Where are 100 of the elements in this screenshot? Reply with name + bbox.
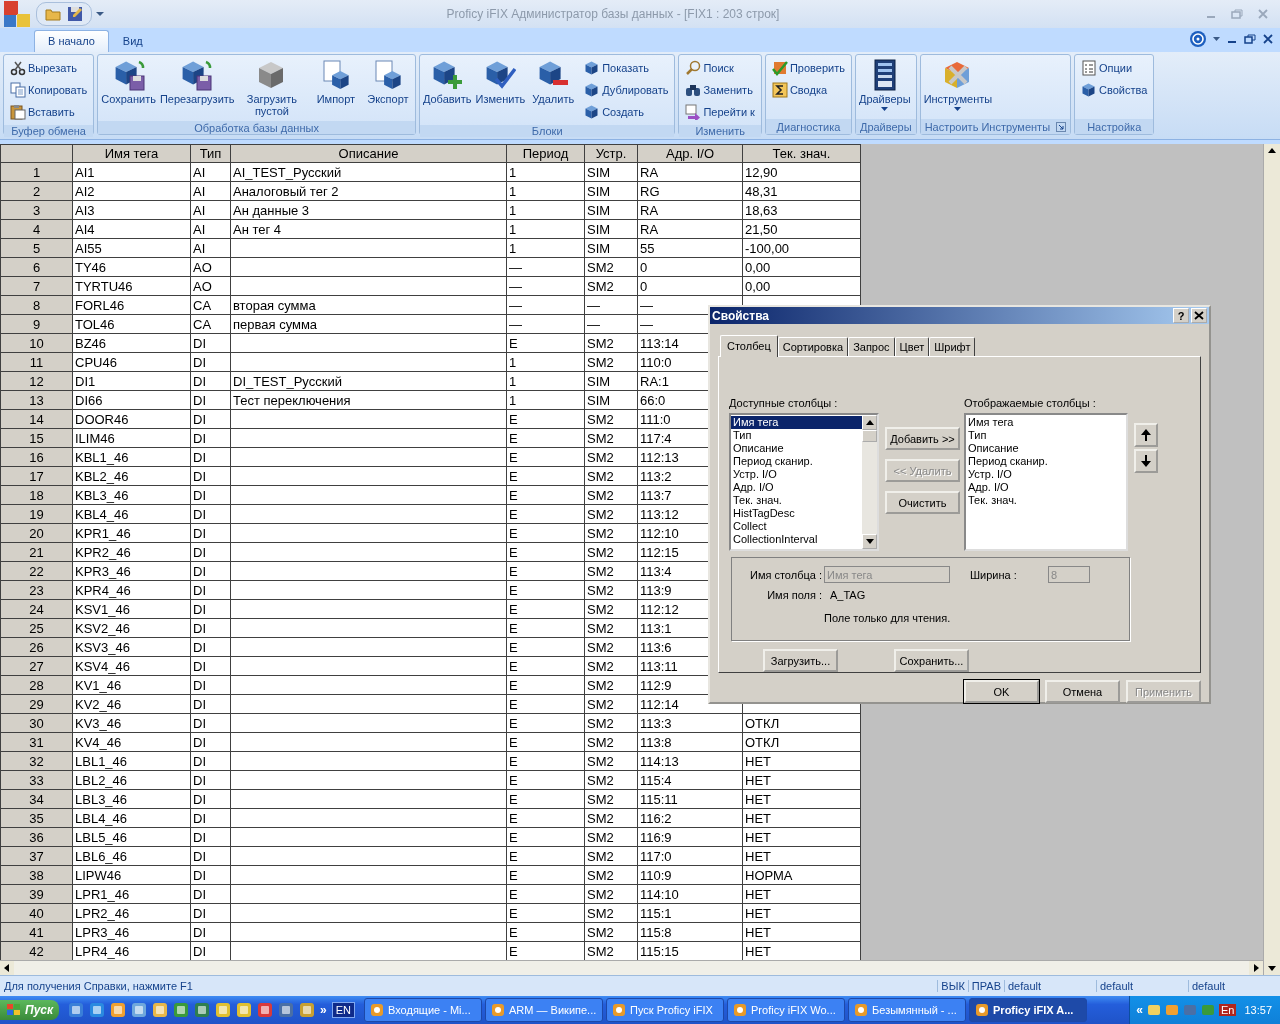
table-cell: AO xyxy=(190,276,231,296)
tray-icon[interactable] xyxy=(1147,1003,1161,1017)
folder-icon[interactable] xyxy=(45,6,61,22)
app-icon[interactable] xyxy=(299,1002,316,1018)
close-button[interactable] xyxy=(1191,308,1207,323)
taskbar-button[interactable]: Пуск Proficy iFIX xyxy=(606,998,725,1022)
close-icon[interactable] xyxy=(1262,33,1274,45)
ribbon-tab[interactable]: В начало xyxy=(34,30,109,52)
dialog-button[interactable]: Загрузить... xyxy=(763,649,838,672)
app-icon[interactable] xyxy=(215,1002,232,1018)
move-up-button[interactable] xyxy=(1134,423,1158,447)
taskbar-button[interactable]: Входящие - Mi... xyxy=(364,998,483,1022)
ribbon-button[interactable]: Вставить xyxy=(10,103,88,121)
ribbon-button[interactable]: Свойства xyxy=(1081,81,1148,99)
move-down-button[interactable] xyxy=(1134,449,1158,473)
more-button[interactable]: » xyxy=(320,1003,327,1017)
ribbon-button[interactable]: Добавить xyxy=(421,57,473,123)
ribbon-button[interactable]: Поиск xyxy=(685,59,755,77)
dialog-button[interactable]: Добавить >> xyxy=(885,427,960,450)
dialog-launcher-icon[interactable] xyxy=(1056,121,1067,132)
ribbon-button[interactable]: Заменить xyxy=(685,81,755,99)
save-icon[interactable] xyxy=(67,6,83,22)
list-item[interactable]: Период сканир. xyxy=(966,455,1126,468)
displayed-columns-list[interactable]: Имя тега Тип Описание Период сканир. Устр. I/O Адр. I/O Тек. знач. xyxy=(964,413,1128,551)
dialog-button[interactable]: Отмена xyxy=(1045,680,1120,703)
app-icon[interactable] xyxy=(173,1002,190,1018)
table-cell: DI xyxy=(190,599,231,619)
available-columns-list[interactable]: Имя тега Тип Описание Период сканир. Устр. I/O Адр. I/O Тек. знач. HistTagDesc Collect CollectionInterval xyxy=(729,413,879,551)
app-icon[interactable] xyxy=(278,1002,295,1018)
column-header[interactable]: Тип xyxy=(190,144,231,163)
table-cell: KV1_46 xyxy=(72,675,191,695)
taskbar-button[interactable]: ARM — Википе... xyxy=(485,998,604,1022)
table-cell: AI1 xyxy=(72,162,191,182)
table-cell: DI xyxy=(190,428,231,448)
app-icon[interactable] xyxy=(194,1002,211,1018)
restore-icon[interactable] xyxy=(1244,33,1256,45)
ribbon-tab[interactable]: Вид xyxy=(108,30,157,52)
horizontal-scrollbar[interactable] xyxy=(0,960,1263,975)
app-icon[interactable] xyxy=(68,1002,85,1018)
ribbon-button[interactable]: Сохранить xyxy=(100,57,157,119)
dialog-button[interactable]: OK xyxy=(964,680,1039,703)
dialog-tab[interactable]: Столбец xyxy=(720,335,778,357)
list-item[interactable]: Имя тега xyxy=(731,416,862,429)
dialog-tab[interactable]: Запрос xyxy=(848,337,895,356)
scroll-down-button[interactable] xyxy=(862,534,877,549)
column-header[interactable]: Адр. I/O xyxy=(637,144,743,163)
list-item[interactable]: Тип xyxy=(966,429,1126,442)
ribbon-button[interactable]: Изменить xyxy=(474,57,527,123)
list-item[interactable]: Имя тега xyxy=(966,416,1126,429)
taskbar-button[interactable]: Proficy iFIX A... xyxy=(969,998,1088,1022)
ribbon-button[interactable]: Импорт xyxy=(310,57,361,119)
dialog-tab[interactable]: Цвет xyxy=(894,337,930,356)
column-header[interactable]: Имя тега xyxy=(72,144,191,163)
column-header[interactable]: Период xyxy=(506,144,585,163)
app-icon[interactable] xyxy=(131,1002,148,1018)
app-icon[interactable] xyxy=(257,1002,274,1018)
language-indicator[interactable]: En xyxy=(1219,1004,1237,1016)
dialog-tab[interactable]: Шрифт xyxy=(929,337,976,356)
ribbon-button[interactable]: Удалить xyxy=(528,57,579,123)
list-item[interactable]: Устр. I/O xyxy=(966,468,1126,481)
vertical-scrollbar[interactable] xyxy=(1263,144,1280,975)
taskbar-button[interactable]: Proficy iFIX Wo... xyxy=(727,998,846,1022)
column-header[interactable]: Тек. знач. xyxy=(742,144,861,163)
list-item[interactable]: Описание xyxy=(966,442,1126,455)
column-header[interactable]: Описание xyxy=(230,144,507,163)
app-icon[interactable] xyxy=(236,1002,253,1018)
list-item[interactable]: Тек. знач. xyxy=(966,494,1126,507)
scroll-thumb[interactable] xyxy=(862,430,877,442)
ribbon-button[interactable]: Вырезать xyxy=(10,59,88,77)
ribbon-button[interactable]: Экспорт xyxy=(362,57,413,119)
ribbon-button[interactable]: Копировать xyxy=(10,81,88,99)
ribbon-button[interactable]: Сводка xyxy=(771,81,845,99)
ribbon-button[interactable]: Инструменты xyxy=(922,57,994,117)
app-icon[interactable] xyxy=(89,1002,106,1018)
taskbar-button[interactable]: Безымянный - ... xyxy=(848,998,967,1022)
dialog-tab[interactable]: Сортировка xyxy=(777,337,849,356)
ribbon-button[interactable]: Опции xyxy=(1081,59,1148,77)
table-cell: 1 xyxy=(506,200,585,220)
ribbon-button[interactable]: Создать xyxy=(584,103,669,121)
app-logo-icon[interactable] xyxy=(2,0,32,29)
ribbon-button[interactable]: Показать xyxy=(584,59,669,77)
column-header[interactable]: Устр. xyxy=(584,144,638,163)
scroll-up-button[interactable] xyxy=(862,415,877,430)
list-item[interactable]: Адр. I/O xyxy=(966,481,1126,494)
app-icon[interactable] xyxy=(152,1002,169,1018)
ribbon-button[interactable]: Драйверы xyxy=(857,57,912,117)
caret-icon[interactable] xyxy=(96,11,105,17)
ribbon-button[interactable]: Проверить xyxy=(771,59,845,77)
tray-expand-button[interactable]: « xyxy=(1136,1003,1143,1017)
caret-icon[interactable] xyxy=(1213,37,1220,41)
ribbon-button[interactable]: Перейти к xyxy=(685,103,755,121)
dialog-button[interactable]: Сохранить... xyxy=(894,649,969,672)
dialog-button[interactable]: Очистить xyxy=(885,491,960,514)
table-cell: RG xyxy=(637,181,743,201)
ribbon-button[interactable]: Загрузить пустой xyxy=(234,57,309,119)
ribbon-button[interactable]: Перезагрузить xyxy=(158,57,233,119)
language-indicator[interactable]: EN xyxy=(331,1002,356,1018)
ribbon-button[interactable]: Дублировать xyxy=(584,81,669,99)
help-button[interactable]: ? xyxy=(1173,308,1189,323)
app-icon[interactable] xyxy=(110,1002,127,1018)
